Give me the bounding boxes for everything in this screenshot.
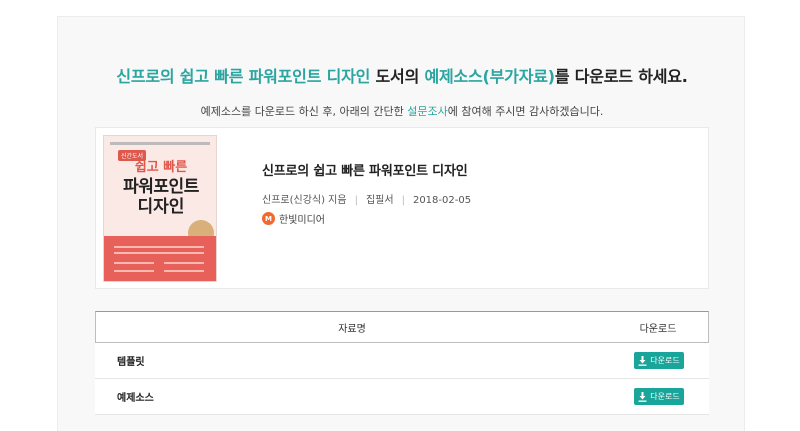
heading-end-text: 를 다운로드 하세요. [554, 67, 688, 86]
download-button-label: 다운로드 [650, 356, 680, 365]
cover-text-line [114, 262, 154, 264]
cover-bottom-band [104, 236, 216, 281]
book-author: 신프로(신강식) 지음 [262, 195, 347, 206]
publisher: M 한빛미디어 [262, 211, 325, 226]
table-header: 자료명 다운로드 [95, 311, 709, 343]
publisher-name: 한빛미디어 [279, 215, 325, 226]
resources-accent: 예제소스(부가자료) [424, 67, 555, 86]
cover-top-line [110, 142, 210, 145]
page-heading: 신프로의 쉽고 빠른 파워포인트 디자인 도서의 예제소스(부가자료)를 다운로… [58, 63, 746, 87]
download-button[interactable]: 다운로드 [634, 352, 684, 369]
download-icon [638, 391, 647, 402]
cover-text-line [114, 252, 204, 254]
instruction-text: 예제소스를 다운로드 하신 후, 아래의 간단한 설문조사에 참여해 주시면 감… [58, 103, 746, 119]
cover-title-line3: 디자인 [137, 197, 185, 217]
download-icon [638, 355, 647, 366]
book-title[interactable]: 신프로의 쉽고 빠른 파워포인트 디자인 [262, 160, 468, 179]
book-date: 2018-02-05 [412, 195, 472, 206]
book-title-accent: 신프로의 쉽고 빠른 파워포인트 디자인 [116, 67, 371, 86]
download-cell: 다운로드 [609, 352, 709, 369]
heading-mid-text: 도서의 [370, 67, 425, 86]
column-header-name: 자료명 [338, 323, 366, 335]
cover-text-line [164, 270, 204, 272]
table-row: 예제소스 다운로드 [95, 379, 709, 415]
publisher-logo-icon: M [262, 212, 275, 225]
book-meta: 신프로(신강식) 지음 | 집필서 | 2018-02-05 [262, 191, 471, 206]
survey-link[interactable]: 설문조사 [407, 105, 447, 118]
book-card: 신간도서 쉽고 빠른 파워포인트 디자인 신프로의 쉽고 빠른 파워포인트 디자… [95, 127, 709, 289]
column-header-download: 다운로드 [639, 323, 677, 335]
download-panel: 신프로의 쉽고 빠른 파워포인트 디자인 도서의 예제소스(부가자료)를 다운로… [57, 16, 745, 431]
meta-separator: | [401, 195, 405, 206]
cover-text-line [114, 246, 204, 248]
download-button[interactable]: 다운로드 [634, 388, 684, 405]
book-format: 집필서 [365, 195, 394, 206]
table-row: 템플릿 다운로드 [95, 343, 709, 379]
cover-text-line [114, 270, 154, 272]
download-cell: 다운로드 [609, 388, 709, 405]
instruction-before: 예제소스를 다운로드 하신 후, 아래의 간단한 [200, 105, 408, 118]
cover-text-line [164, 262, 204, 264]
resource-name: 예제소스 [117, 393, 154, 404]
resource-table: 자료명 다운로드 템플릿 다운로드 예제소스 다운로드 [95, 311, 709, 415]
resource-name: 템플릿 [117, 357, 145, 368]
download-button-label: 다운로드 [650, 392, 680, 401]
meta-separator: | [354, 195, 358, 206]
book-cover-image[interactable]: 신간도서 쉽고 빠른 파워포인트 디자인 [103, 135, 217, 282]
instruction-after: 에 참여해 주시면 감사하겠습니다. [447, 105, 604, 118]
